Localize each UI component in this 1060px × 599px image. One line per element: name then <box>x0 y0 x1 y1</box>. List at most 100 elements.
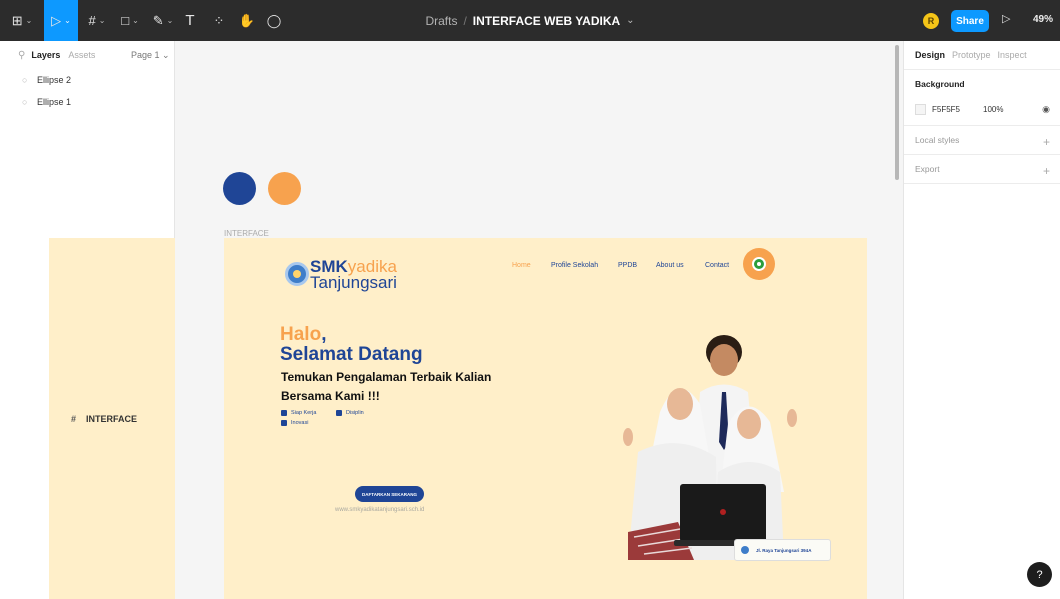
register-button[interactable]: DAFTARKAN SEKARANG <box>355 486 424 502</box>
color-swatch[interactable] <box>915 103 926 115</box>
page-selector[interactable]: Page 1 ⌄ <box>131 50 170 61</box>
breadcrumb-drafts[interactable]: Drafts <box>425 14 457 28</box>
chevron-down-icon: ⌄ <box>166 16 174 25</box>
hero-comma: , <box>321 324 327 345</box>
layer-label: INTERFACE <box>86 413 138 424</box>
text-tool-button[interactable]: T <box>180 0 200 41</box>
comment-tool-button[interactable]: ◯ <box>263 0 285 41</box>
main-menu-button[interactable]: ⊞ ⌄ <box>0 0 44 41</box>
chevron-down-icon[interactable]: ⌄ <box>626 15 634 26</box>
hero-halo: Halo <box>280 324 322 345</box>
ellipse-blue[interactable] <box>223 172 256 205</box>
search-icon[interactable]: ⚲ <box>18 50 25 61</box>
resources-icon: ⁘ <box>213 12 225 28</box>
layer-label: Ellipse 1 <box>37 97 72 107</box>
local-styles-section: Local styles + <box>904 125 1060 154</box>
resources-button[interactable]: ⁘ <box>207 0 231 41</box>
eye-icon[interactable]: ◉ <box>1042 104 1050 115</box>
ellipse-orange[interactable] <box>268 172 301 205</box>
plus-icon[interactable]: + <box>1043 164 1050 178</box>
zoom-level[interactable]: 49% <box>1033 14 1053 25</box>
frame-tool-icon: # <box>88 13 96 28</box>
feature-siap-kerja: Siap Kerja <box>281 410 316 416</box>
chevron-down-icon: ⌄ <box>132 16 139 25</box>
vertical-scrollbar[interactable] <box>895 45 899 180</box>
main-menu-icon: ⊞ <box>11 12 23 28</box>
page-selector-label: Page 1 <box>131 50 160 60</box>
whatsapp-icon <box>752 257 766 271</box>
breadcrumb-separator: / <box>463 13 467 28</box>
hero-tagline: Temukan Pengalaman Terbaik Kalian Bersam… <box>281 370 492 403</box>
chevron-down-icon: ⌄ <box>64 16 71 25</box>
nav-about-us[interactable]: About us <box>656 262 684 269</box>
feature-label: Siap Kerja <box>291 410 317 416</box>
layer-item-ellipse-1[interactable]: ○ Ellipse 1 <box>0 91 174 113</box>
tab-assets[interactable]: Assets <box>68 50 95 60</box>
background-fill-row[interactable]: F5F5F5 100% ◉ <box>915 98 1050 120</box>
location-pin-icon <box>741 546 749 554</box>
hand-tool-icon: ✋ <box>238 12 256 28</box>
layer-label: Ellipse 2 <box>37 75 72 85</box>
feature-label: Inovasi <box>291 420 309 426</box>
plus-icon[interactable]: + <box>1043 135 1050 149</box>
move-tool-icon: ▷ <box>51 12 62 28</box>
hero-title: Selamat Datang <box>280 344 423 365</box>
ellipse-icon: ○ <box>22 75 28 85</box>
comment-tool-icon: ◯ <box>266 12 282 28</box>
shape-tool-icon: □ <box>121 13 130 28</box>
background-title: Background <box>915 79 965 89</box>
layers-panel: ⚲ Layers Assets Page 1 ⌄ ○ Ellipse 2 ○ E… <box>0 41 692 599</box>
frame-label[interactable]: INTERFACE <box>224 229 269 238</box>
export-title: Export <box>915 164 940 174</box>
canvas[interactable]: INTERFACE SMKyadika Tanjungsari Home Pro… <box>175 41 903 599</box>
layer-item-ellipse-2[interactable]: ○ Ellipse 2 <box>0 69 174 91</box>
design-panel-tabs: Design Prototype Inspect <box>904 41 1060 69</box>
present-icon[interactable]: ▷ <box>1002 12 1010 25</box>
text-tool-icon: T <box>185 12 195 29</box>
background-opacity[interactable]: 100% <box>983 105 1003 114</box>
feature-disiplin: Disiplin <box>336 410 364 416</box>
hero-greeting: Halo, <box>280 324 326 346</box>
design-panel: Design Prototype Inspect Background F5F5… <box>903 41 1060 599</box>
background-section: Background F5F5F5 100% ◉ <box>904 69 1060 125</box>
feature-inovasi: Inovasi <box>281 420 308 426</box>
interface-frame[interactable]: SMKyadika Tanjungsari Home Profile Sekol… <box>224 238 867 599</box>
export-section: Export + <box>904 154 1060 184</box>
move-tool-button[interactable]: ▷ ⌄ <box>44 0 78 41</box>
logo-subtitle: Tanjungsari <box>310 273 397 292</box>
avatar[interactable]: R <box>923 13 939 29</box>
address-badge: Jl. Raya Tanjungsari 394A <box>734 539 831 561</box>
checkbox-icon <box>336 410 342 416</box>
tab-prototype[interactable]: Prototype <box>952 50 991 60</box>
tab-layers[interactable]: Layers <box>31 50 60 60</box>
nav-ppdb[interactable]: PPDB <box>618 262 637 269</box>
whatsapp-button[interactable] <box>743 248 775 280</box>
help-button[interactable]: ? <box>1027 562 1052 587</box>
hand-tool-button[interactable]: ✋ <box>236 0 258 41</box>
nav-home[interactable]: Home <box>512 262 531 269</box>
file-name[interactable]: INTERFACE WEB YADIKA <box>473 14 620 28</box>
background-hex[interactable]: F5F5F5 <box>932 105 983 114</box>
share-button[interactable]: Share <box>951 10 989 32</box>
nav-contact[interactable]: Contact <box>705 262 729 269</box>
frame-tool-button[interactable]: # ⌄ <box>82 0 112 41</box>
shape-tool-button[interactable]: □ ⌄ <box>115 0 145 41</box>
pen-tool-icon: ✎ <box>152 12 164 28</box>
address-text: Jl. Raya Tanjungsari 394A <box>756 547 812 553</box>
local-styles-title: Local styles <box>915 135 960 145</box>
tab-design[interactable]: Design <box>915 50 945 60</box>
nav-profile-sekolah[interactable]: Profile Sekolah <box>551 262 598 269</box>
website-url: www.smkyadikatanjungsari.sch.id <box>335 507 425 513</box>
tab-inspect[interactable]: Inspect <box>998 50 1027 60</box>
checkbox-icon <box>281 410 287 416</box>
pen-tool-button[interactable]: ✎ ⌄ <box>148 0 178 41</box>
chevron-down-icon: ⌄ <box>25 16 33 25</box>
students-photo <box>623 335 797 560</box>
checkbox-icon <box>281 420 287 426</box>
top-toolbar: ⊞ ⌄ ▷ ⌄ # ⌄ □ ⌄ ✎ ⌄ T ⁘ ✋ ◯ Drafts / INTERFAC… <box>0 0 1060 41</box>
chevron-down-icon: ⌄ <box>162 50 170 60</box>
frame-icon: # <box>71 413 77 424</box>
chevron-down-icon: ⌄ <box>98 16 106 25</box>
layers-panel-header: ⚲ Layers Assets Page 1 ⌄ <box>0 41 174 69</box>
school-logo-icon <box>285 262 309 286</box>
